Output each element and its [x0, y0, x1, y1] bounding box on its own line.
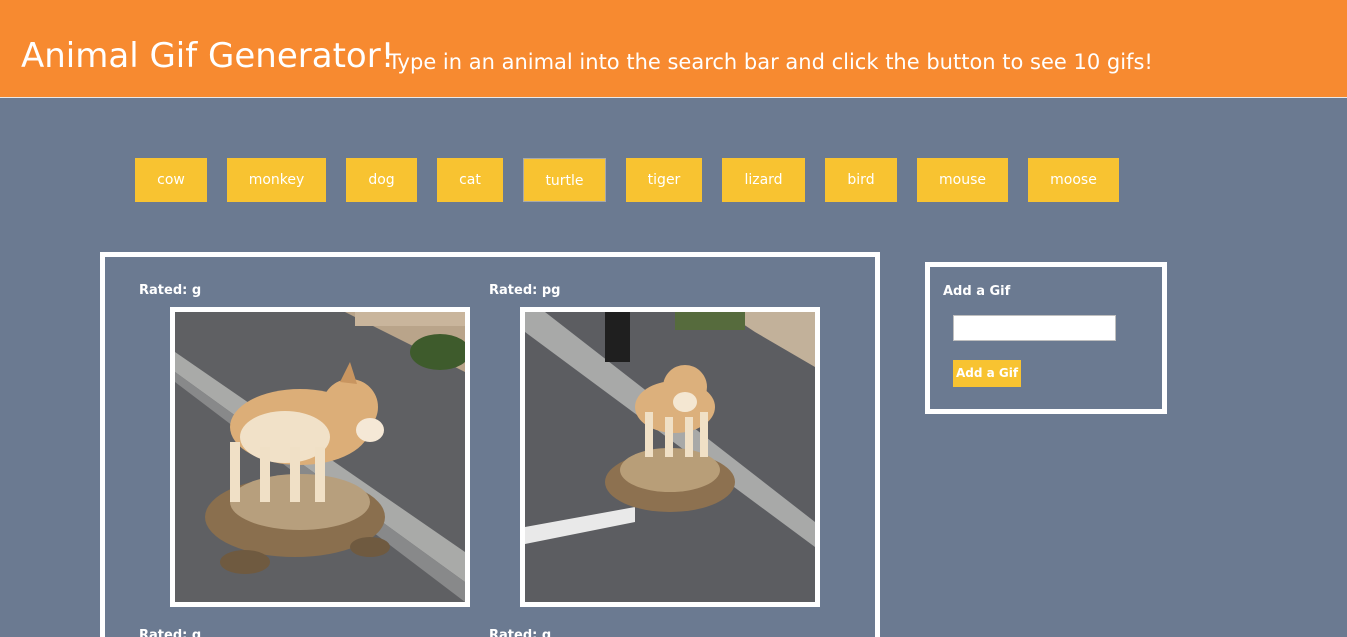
- gif-rating-4: Rated: g: [489, 628, 552, 637]
- animal-button-lizard[interactable]: lizard: [722, 158, 805, 202]
- animal-button-dog[interactable]: dog: [346, 158, 417, 202]
- page: Animal Gif Generator! Type in an animal …: [0, 0, 1347, 637]
- animal-button-bird[interactable]: bird: [825, 158, 897, 202]
- page-title: Animal Gif Generator!: [21, 36, 395, 76]
- gif-rating-3: Rated: g: [139, 628, 202, 637]
- gif-card-2[interactable]: [520, 307, 820, 607]
- animal-button-monkey[interactable]: monkey: [227, 158, 326, 202]
- animal-button-cow[interactable]: cow: [135, 158, 207, 202]
- header: Animal Gif Generator! Type in an animal …: [0, 0, 1347, 98]
- add-gif-button[interactable]: Add a Gif: [953, 360, 1021, 387]
- animal-button-moose[interactable]: moose: [1028, 158, 1119, 202]
- add-gif-label: Add a Gif: [943, 284, 1011, 299]
- add-gif-panel: Add a Gif Add a Gif: [925, 262, 1167, 414]
- gif-rating-1: Rated: g: [139, 283, 202, 298]
- dog-on-tortoise-gif-2: [525, 312, 815, 602]
- dog-on-tortoise-gif-1: [175, 312, 465, 602]
- animal-button-turtle[interactable]: turtle: [523, 158, 606, 202]
- gif-panel: Rated: g Rated: pg Rated: g Rated: g: [100, 252, 880, 637]
- gif-rating-2: Rated: pg: [489, 283, 561, 298]
- animal-button-tiger[interactable]: tiger: [626, 158, 702, 202]
- animal-button-cat[interactable]: cat: [437, 158, 503, 202]
- gif-card-1[interactable]: [170, 307, 470, 607]
- page-subtitle: Type in an animal into the search bar an…: [388, 50, 1153, 74]
- animal-input[interactable]: [953, 315, 1116, 341]
- animal-button-mouse[interactable]: mouse: [917, 158, 1008, 202]
